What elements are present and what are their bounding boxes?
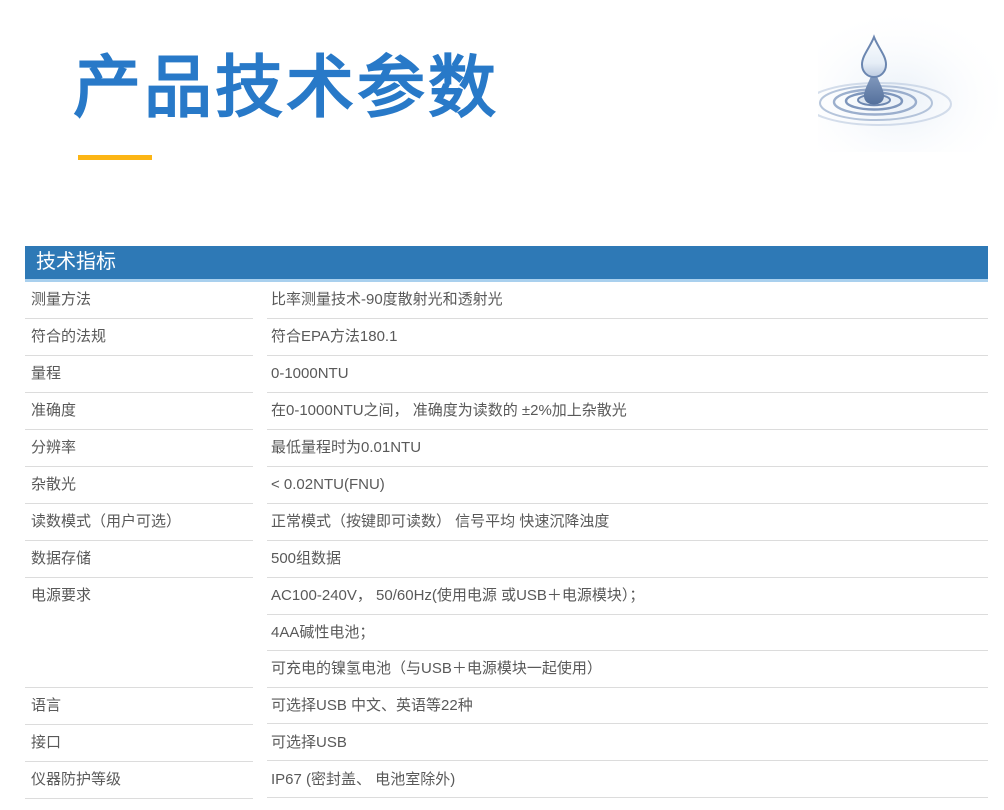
table-row: 读数模式（用户可选） 正常模式（按键即可读数） 信号平均 快速沉降浊度	[25, 504, 988, 541]
page-title: 产品技术参数	[73, 46, 499, 131]
table-row: 量程 0-1000NTU	[25, 356, 988, 393]
column-gap	[253, 725, 267, 762]
water-drop-image	[818, 10, 998, 152]
column-gap	[253, 430, 267, 467]
row-value: 符合EPA方法180.1	[267, 319, 988, 356]
value-line: 0-1000NTU	[267, 356, 988, 393]
column-gap	[253, 356, 267, 393]
column-gap	[253, 319, 267, 356]
value-line: 4AA碱性电池；	[267, 615, 988, 652]
row-label: 仪器防护等级	[25, 762, 253, 799]
spec-table: 技术指标 测量方法比率测量技术-90度散射光和透射光符合的法规符合EPA方法18…	[25, 246, 988, 799]
table-row: 仪器防护等级 IP67 (密封盖、 电池室除外)	[25, 762, 988, 799]
row-value: 可选择USB 中文、英语等22种	[267, 688, 988, 725]
row-label: 电源要求	[25, 578, 253, 688]
row-label: 接口	[25, 725, 253, 762]
row-label: 读数模式（用户可选）	[25, 504, 253, 541]
table-row: 接口可选择USB	[25, 725, 988, 762]
row-label: 量程	[25, 356, 253, 393]
row-value: 可选择USB	[267, 725, 988, 762]
value-line: AC100-240V， 50/60Hz(使用电源 或USB＋电源模块）；	[267, 578, 988, 615]
table-row: 杂散光 < 0.02NTU(FNU)	[25, 467, 988, 504]
value-line: IP67 (密封盖、 电池室除外)	[267, 762, 988, 799]
value-line: 可选择USB	[267, 725, 988, 762]
row-value: 正常模式（按键即可读数） 信号平均 快速沉降浊度	[267, 504, 988, 541]
value-line: 比率测量技术-90度散射光和透射光	[267, 282, 988, 319]
row-label: 准确度	[25, 393, 253, 430]
row-value: IP67 (密封盖、 电池室除外)	[267, 762, 988, 799]
row-value: 最低量程时为0.01NTU	[267, 430, 988, 467]
table-row: 测量方法比率测量技术-90度散射光和透射光	[25, 282, 988, 319]
column-gap	[253, 282, 267, 319]
column-gap	[253, 578, 267, 688]
row-value: 比率测量技术-90度散射光和透射光	[267, 282, 988, 319]
row-label: 分辨率	[25, 430, 253, 467]
row-label: 数据存储	[25, 541, 253, 578]
value-line: 符合EPA方法180.1	[267, 319, 988, 356]
spec-table-header: 技术指标	[25, 246, 988, 282]
value-line: < 0.02NTU(FNU)	[267, 467, 988, 504]
row-label: 语言	[25, 688, 253, 725]
value-line: 在0-1000NTU之间， 准确度为读数的 ±2%加上杂散光	[267, 393, 988, 430]
column-gap	[253, 504, 267, 541]
column-gap	[253, 688, 267, 725]
table-row: 准确度在0-1000NTU之间， 准确度为读数的 ±2%加上杂散光	[25, 393, 988, 430]
row-value: AC100-240V， 50/60Hz(使用电源 或USB＋电源模块）；4AA碱…	[267, 578, 988, 688]
table-row: 符合的法规符合EPA方法180.1	[25, 319, 988, 356]
value-line: 最低量程时为0.01NTU	[267, 430, 988, 467]
page: 产品技术参数	[0, 0, 1004, 810]
row-value: 0-1000NTU	[267, 356, 988, 393]
column-gap	[253, 541, 267, 578]
row-label: 杂散光	[25, 467, 253, 504]
column-gap	[253, 467, 267, 504]
row-value: 在0-1000NTU之间， 准确度为读数的 ±2%加上杂散光	[267, 393, 988, 430]
value-line: 500组数据	[267, 541, 988, 578]
table-row: 电源要求AC100-240V， 50/60Hz(使用电源 或USB＋电源模块）；…	[25, 578, 988, 688]
column-gap	[253, 762, 267, 799]
value-line: 正常模式（按键即可读数） 信号平均 快速沉降浊度	[267, 504, 988, 541]
row-value: 500组数据	[267, 541, 988, 578]
table-row: 分辨率最低量程时为0.01NTU	[25, 430, 988, 467]
spec-table-body: 测量方法比率测量技术-90度散射光和透射光符合的法规符合EPA方法180.1量程…	[25, 282, 988, 799]
value-line: 可选择USB 中文、英语等22种	[267, 688, 988, 725]
title-underline	[78, 155, 152, 160]
row-label: 测量方法	[25, 282, 253, 319]
drop-image-background	[818, 10, 998, 152]
row-value: < 0.02NTU(FNU)	[267, 467, 988, 504]
value-line: 可充电的镍氢电池（与USB＋电源模块一起使用）	[267, 651, 988, 688]
table-row: 语言可选择USB 中文、英语等22种	[25, 688, 988, 725]
row-label: 符合的法规	[25, 319, 253, 356]
column-gap	[253, 393, 267, 430]
table-row: 数据存储 500组数据	[25, 541, 988, 578]
